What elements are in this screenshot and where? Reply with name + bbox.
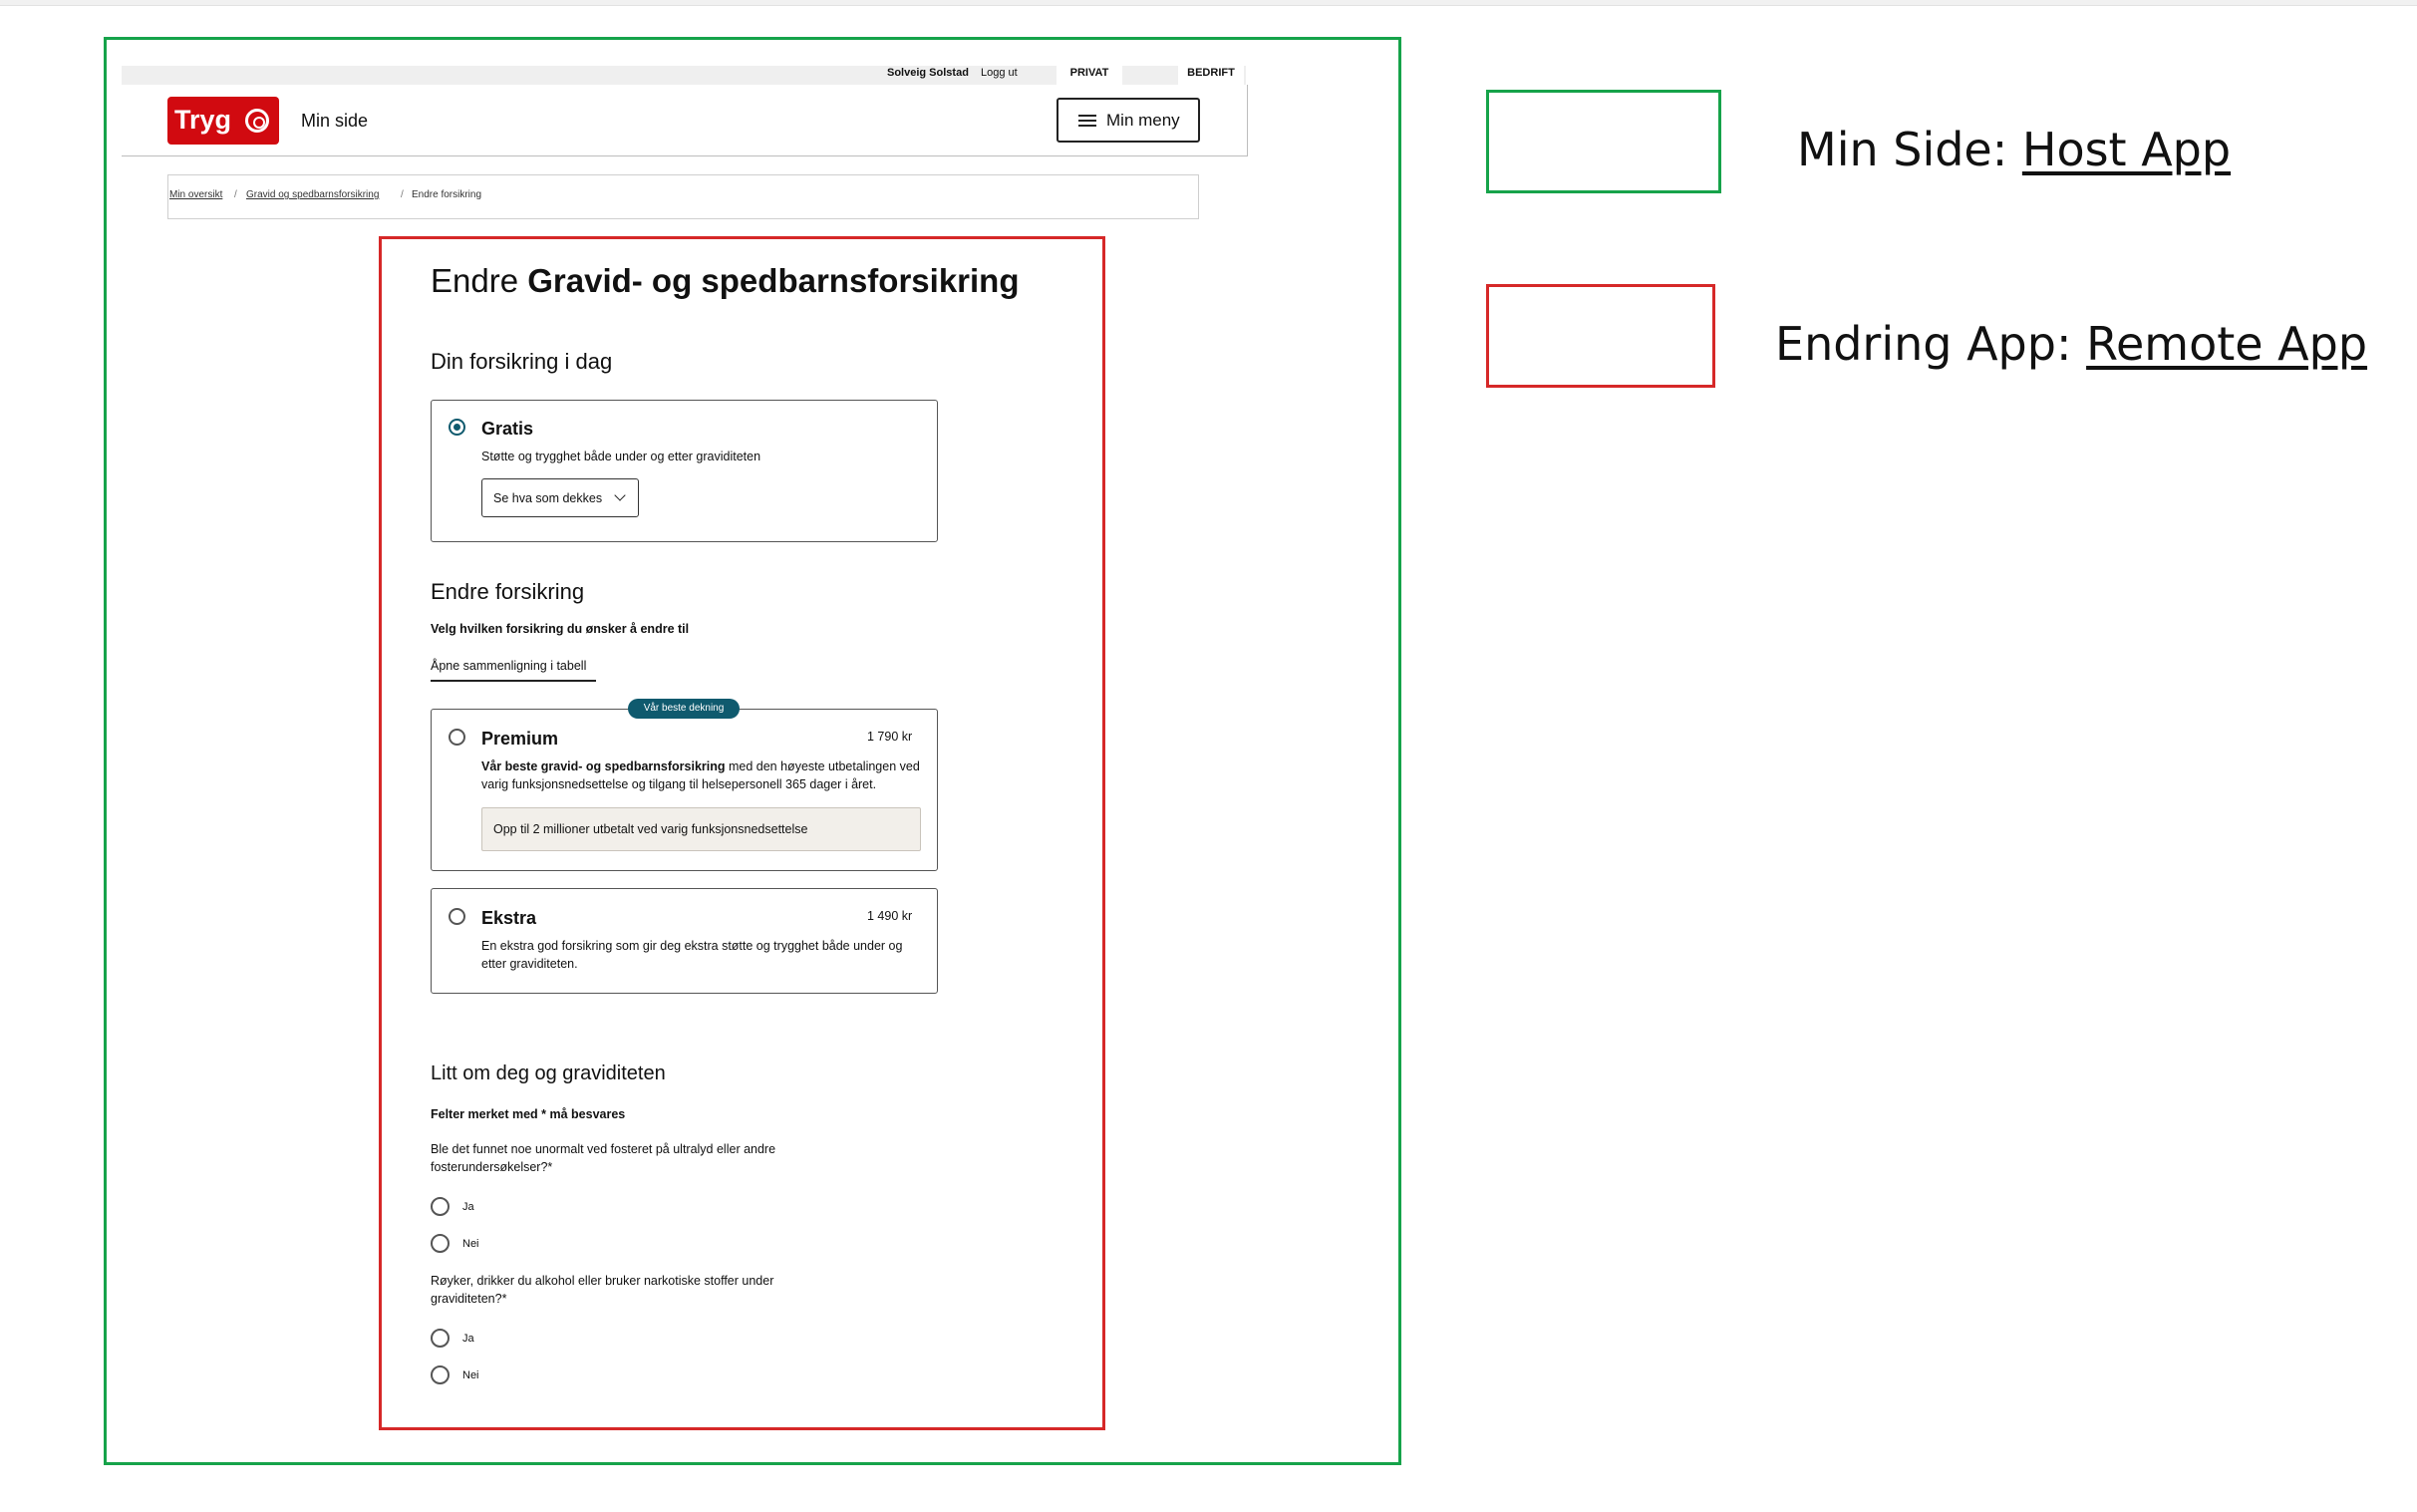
coverage-dropdown-label: Se hva som dekkes	[493, 491, 603, 505]
option-desc-premium-line1: Vår beste gravid- og spedbarnsforsikring…	[481, 757, 920, 775]
option-name-ekstra: Ekstra	[481, 908, 537, 928]
option-card-ekstra[interactable]: Ekstra 1 490 kr En ekstra god forsikring…	[431, 888, 938, 994]
page-title: Endre Gravid- og spedbarnsforsikring	[431, 259, 1020, 303]
option-desc-ekstra-line2: etter graviditeten.	[481, 957, 578, 971]
logout-link[interactable]: Logg ut	[981, 66, 1018, 81]
radio-q2-yes[interactable]	[431, 1329, 450, 1348]
option-desc-premium-bold: Vår beste gravid- og spedbarnsforsikring	[481, 759, 726, 773]
breadcrumb-separator: /	[401, 189, 404, 200]
lifebuoy-icon	[245, 109, 269, 133]
menu-button-label: Min meny	[1106, 111, 1180, 130]
tryg-logo[interactable]: Tryg	[167, 97, 279, 145]
utility-bar: Solveig Solstad Logg ut PRIVAT BEDRIFT	[122, 66, 1246, 85]
radio-ekstra[interactable]	[449, 908, 465, 925]
radio-premium[interactable]	[449, 729, 465, 746]
option-card-premium[interactable]: Premium 1 790 kr Vår beste gravid- og sp…	[431, 709, 938, 871]
site-title: Min side	[301, 111, 369, 131]
required-fields-note: Felter merket med * må besvares	[431, 1107, 626, 1121]
breadcrumb-link-overview[interactable]: Min oversikt	[169, 188, 222, 202]
hamburger-icon	[1078, 115, 1096, 127]
radio-q1-no[interactable]	[431, 1234, 450, 1253]
breadcrumb-current: Endre forsikring	[412, 189, 482, 200]
option-name-premium: Premium	[481, 729, 559, 749]
breadcrumb: Min oversikt / Gravid og spedbarnsforsik…	[167, 174, 1199, 219]
option-desc-ekstra-line1: En ekstra god forsikring som gir deg eks…	[481, 939, 903, 953]
legend-label-remote: Endring App: Remote App	[1775, 315, 2367, 373]
change-insurance-subheading: Velg hvilken forsikring du ønsker å endr…	[431, 622, 690, 636]
page-title-product: Gravid- og spedbarnsforsikring	[527, 262, 1020, 299]
coverage-dropdown-button[interactable]: Se hva som dekkes	[481, 478, 639, 517]
question-2-line1: Røyker, drikker du alkohol eller bruker …	[431, 1274, 774, 1288]
menu-button[interactable]: Min meny	[1057, 98, 1200, 143]
compare-table-link[interactable]: Åpne sammenligning i tabell	[431, 657, 596, 682]
tab-private[interactable]: PRIVAT	[1057, 66, 1122, 85]
question-1-line2: fosterundersøkelser?*	[431, 1160, 553, 1174]
chevron-down-icon	[614, 489, 626, 501]
radio-q1-yes-label: Ja	[462, 1201, 474, 1213]
logo-text: Tryg	[174, 105, 232, 135]
radio-q2-yes-label: Ja	[462, 1333, 474, 1345]
premium-highlight-text: Opp til 2 millioner utbetalt ved varig f…	[493, 822, 808, 836]
current-plan-card: Gratis Støtte og trygghet både under og …	[431, 400, 938, 542]
legend-swatch-host	[1486, 90, 1721, 193]
premium-highlight-box: Opp til 2 millioner utbetalt ved varig f…	[481, 807, 921, 851]
option-price-premium: 1 790 kr	[867, 730, 913, 744]
current-plan-name: Gratis	[481, 419, 534, 439]
legend-host-link[interactable]: Host App	[2022, 123, 2231, 176]
radio-q1-no-label: Nei	[462, 1238, 479, 1250]
change-insurance-heading: Endre forsikring	[431, 579, 585, 604]
option-desc-premium-line2: varig funksjonsnedsettelse og tilgang ti…	[481, 777, 877, 791]
current-insurance-heading: Din forsikring i dag	[431, 349, 613, 374]
user-name: Solveig Solstad	[887, 67, 969, 79]
about-heading: Litt om deg og graviditeten	[431, 1062, 666, 1084]
option-price-ekstra: 1 490 kr	[867, 909, 913, 923]
radio-q2-no-label: Nei	[462, 1369, 479, 1381]
option-desc-premium-rest: med den høyeste utbetalingen ved	[725, 759, 920, 773]
top-divider	[0, 0, 2417, 6]
breadcrumb-link-insurance[interactable]: Gravid og spedbarnsforsikring	[246, 188, 379, 202]
legend-remote-link[interactable]: Remote App	[2086, 317, 2367, 371]
question-2-line2: graviditeten?*	[431, 1292, 507, 1306]
radio-gratis-selected[interactable]	[449, 419, 465, 436]
question-1-line1: Ble det funnet noe unormalt ved fosteret…	[431, 1142, 776, 1156]
site-header: Tryg Min side Min meny	[122, 85, 1248, 156]
tab-business[interactable]: BEDRIFT	[1178, 66, 1244, 85]
legend-swatch-remote	[1486, 284, 1715, 388]
current-plan-description: Støtte og trygghet både under og etter g…	[481, 450, 761, 463]
radio-q2-no[interactable]	[431, 1365, 450, 1384]
legend-label-host: Min Side: Host App	[1797, 121, 2231, 178]
breadcrumb-separator: /	[234, 189, 237, 200]
legend-host-prefix: Min Side:	[1797, 123, 2022, 176]
legend-remote-prefix: Endring App:	[1775, 317, 2087, 371]
best-coverage-badge: Vår beste dekning	[628, 699, 740, 719]
radio-q1-yes[interactable]	[431, 1197, 450, 1216]
page-title-prefix: Endre	[431, 262, 519, 299]
